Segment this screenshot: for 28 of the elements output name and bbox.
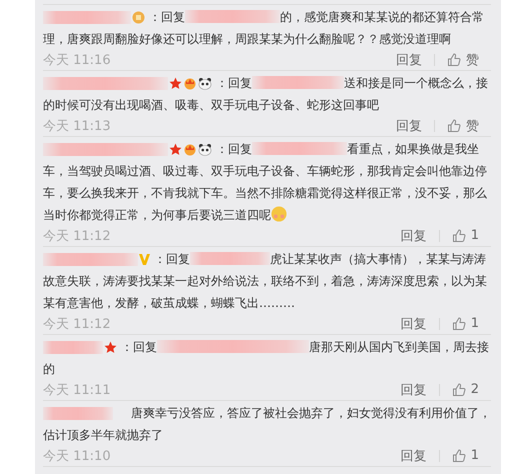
thumbs-up-icon	[452, 448, 466, 462]
thumbs-up-icon	[452, 316, 466, 330]
reply-button[interactable]: 回复	[400, 226, 427, 244]
like-button[interactable]: 赞	[447, 50, 479, 68]
star-icon	[169, 142, 182, 156]
star-icon	[169, 76, 182, 90]
like-button[interactable]: 1	[452, 316, 479, 331]
timestamp: 今天 11:12	[43, 228, 112, 244]
like-button[interactable]: 1	[452, 448, 479, 463]
timestamp: 今天 11:16	[43, 52, 112, 68]
thumbs-up-icon	[452, 382, 466, 396]
reply-button[interactable]: 回复	[396, 50, 422, 68]
reply-button[interactable]: 回复	[400, 314, 427, 332]
reply-button[interactable]: 回复	[400, 446, 427, 464]
timestamp: 今天 11:13	[43, 118, 112, 134]
thumbs-up-icon	[452, 228, 466, 242]
star-icon	[104, 340, 117, 354]
timestamp: 今天 11:12	[43, 316, 112, 332]
verified-v-icon	[139, 252, 150, 266]
like-button[interactable]: 1	[452, 228, 479, 243]
timestamp: 今天 11:11	[43, 382, 112, 398]
thumbs-up-icon	[447, 118, 461, 132]
reply-button[interactable]: 回复	[400, 380, 427, 398]
reply-button[interactable]: 回复	[396, 116, 422, 134]
like-button[interactable]: 2	[452, 382, 479, 397]
timestamp: 今天 11:10	[43, 448, 112, 464]
like-button[interactable]: 赞	[447, 116, 479, 134]
thumbs-up-icon	[447, 52, 461, 66]
